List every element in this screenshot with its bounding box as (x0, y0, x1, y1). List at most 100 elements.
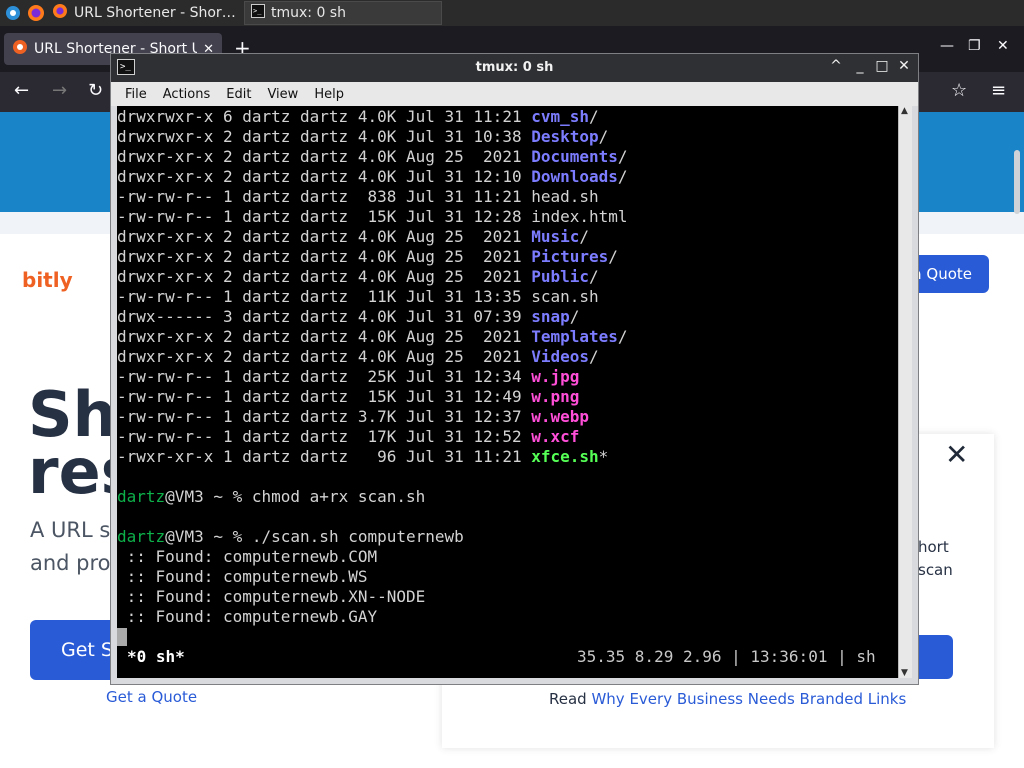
firefox-launcher-icon[interactable] (26, 3, 46, 23)
terminal-icon: >_ (251, 4, 265, 22)
file-meta: -rw-rw-r-- 1 dartz dartz 838 Jul 31 11:2… (117, 187, 532, 206)
file-meta: drwxrwxr-x 6 dartz dartz 4.0K Jul 31 11:… (117, 107, 532, 126)
close-icon[interactable]: ✕ (895, 58, 913, 74)
file-name: Music (531, 227, 580, 246)
reload-icon[interactable]: ↻ (88, 80, 103, 101)
listing-row: -rw-rw-r-- 1 dartz dartz 3.7K Jul 31 12:… (117, 407, 589, 427)
bookmark-star-icon[interactable]: ☆ (951, 80, 967, 101)
terminal-scrollbar[interactable]: ▲ ▼ (898, 106, 912, 678)
file-name: index.html (531, 207, 628, 226)
maximize-icon[interactable]: □ (873, 58, 891, 74)
file-name: snap (531, 307, 570, 326)
card-read-line: Read Why Every Business Needs Branded Li… (549, 690, 906, 708)
file-name: cvm_sh (531, 107, 590, 126)
file-type-suffix: / (589, 267, 599, 286)
menu-view[interactable]: View (259, 87, 306, 102)
menu-help[interactable]: Help (306, 87, 352, 102)
file-type-suffix: / (589, 107, 599, 126)
file-name: Templates (531, 327, 618, 346)
prompt-host: @VM3 ~ % (165, 527, 252, 546)
listing-row: drwxr-xr-x 2 dartz dartz 4.0K Aug 25 202… (117, 347, 599, 367)
page-scrollbar[interactable] (1014, 150, 1020, 214)
file-meta: -rw-rw-r-- 1 dartz dartz 17K Jul 31 12:5… (117, 427, 532, 446)
prompt-line: dartz@VM3 ~ % chmod a+rx scan.sh (117, 487, 425, 507)
listing-row: drwxrwxr-x 2 dartz dartz 4.0K Jul 31 10:… (117, 127, 608, 147)
menu-hamburger-icon[interactable]: ≡ (991, 80, 1006, 101)
file-type-suffix: / (569, 307, 580, 326)
file-meta: -rwxr-xr-x 1 dartz dartz 96 Jul 31 11:21 (117, 447, 532, 466)
branded-links-article-link[interactable]: Why Every Business Needs Branded Links (591, 690, 906, 708)
card-text: scan (918, 561, 953, 579)
taskbar-item-browser[interactable]: URL Shortener - Short U... (46, 1, 242, 25)
menu-edit[interactable]: Edit (218, 87, 259, 102)
file-name: Pictures (531, 247, 609, 266)
minimize-window-icon[interactable]: — (940, 38, 954, 54)
file-meta: -rw-rw-r-- 1 dartz dartz 15K Jul 31 12:4… (117, 387, 532, 406)
forward-arrow-icon[interactable]: → (52, 80, 67, 101)
restore-window-icon[interactable]: ❐ (968, 38, 981, 54)
svg-text:>_: >_ (253, 7, 262, 15)
command: ./scan.sh computernewb (251, 527, 464, 546)
file-meta: -rw-rw-r-- 1 dartz dartz 3.7K Jul 31 12:… (117, 407, 532, 426)
bitly-logo[interactable]: bitly (22, 268, 73, 292)
taskbar-item-terminal[interactable]: >_ tmux: 0 sh (244, 1, 442, 25)
listing-row: -rw-rw-r-- 1 dartz dartz 15K Jul 31 12:2… (117, 207, 628, 227)
taskbar: URL Shortener - Short U... >_ tmux: 0 sh (0, 0, 1024, 26)
listing-row: drwxr-xr-x 2 dartz dartz 4.0K Aug 25 202… (117, 327, 628, 347)
listing-row: -rw-rw-r-- 1 dartz dartz 15K Jul 31 12:4… (117, 387, 579, 407)
file-name: Downloads (531, 167, 618, 186)
scan-result-line: :: Found: computernewb.COM (117, 547, 378, 566)
back-arrow-icon[interactable]: ← (14, 80, 29, 101)
file-name: Documents (531, 147, 618, 166)
listing-row: -rw-rw-r-- 1 dartz dartz 11K Jul 31 13:3… (117, 287, 599, 307)
prompt-user: dartz (117, 527, 166, 546)
file-type-suffix: / (617, 147, 628, 166)
file-type-suffix: / (608, 247, 618, 266)
taskbar-item-label: URL Shortener - Short U... (74, 5, 236, 21)
file-meta: drwxrwxr-x 2 dartz dartz 4.0K Jul 31 10:… (117, 127, 532, 146)
terminal-menubar: File Actions Edit View Help (111, 82, 918, 106)
close-icon[interactable]: ✕ (945, 440, 968, 470)
scroll-up-icon[interactable]: ▲ (901, 106, 908, 116)
file-name: w.jpg (531, 367, 580, 386)
listing-row: -rwxr-xr-x 1 dartz dartz 96 Jul 31 11:21… (117, 447, 608, 467)
file-name: scan.sh (531, 287, 599, 306)
subtitle-line: and pro (30, 551, 111, 575)
file-meta: drwxr-xr-x 2 dartz dartz 4.0K Jul 31 12:… (117, 167, 532, 186)
subtitle-line: A URL s (30, 518, 111, 542)
shade-icon[interactable]: ^ (827, 58, 845, 74)
get-quote-link[interactable]: Get a Quote (106, 688, 197, 706)
file-type-suffix: / (617, 327, 628, 346)
listing-row: -rw-rw-r-- 1 dartz dartz 17K Jul 31 12:5… (117, 427, 579, 447)
file-meta: drwxr-xr-x 2 dartz dartz 4.0K Aug 25 202… (117, 347, 532, 366)
file-meta: drwxr-xr-x 2 dartz dartz 4.0K Aug 25 202… (117, 327, 532, 346)
menu-file[interactable]: File (117, 87, 155, 102)
hero-subtitle: A URL s and pro (30, 514, 111, 580)
listing-row: drwxr-xr-x 2 dartz dartz 4.0K Jul 31 12:… (117, 167, 628, 187)
prompt-host: @VM3 ~ % (165, 487, 252, 506)
command: chmod a+rx scan.sh (251, 487, 426, 506)
close-window-icon[interactable]: ✕ (997, 38, 1009, 54)
terminal-window: >_ tmux: 0 sh ^ _ □ ✕ File Actions Edit … (110, 53, 919, 685)
file-type-suffix: / (579, 227, 590, 246)
bitly-favicon-icon (12, 39, 28, 59)
terminal-output[interactable]: dartz@VM3 ~ % chmod a+rx scan.sh dartz@V… (117, 106, 898, 678)
app-menu-icon[interactable] (3, 3, 23, 23)
listing-row: drwxrwxr-x 6 dartz dartz 4.0K Jul 31 11:… (117, 107, 599, 127)
file-meta: drwxr-xr-x 2 dartz dartz 4.0K Aug 25 202… (117, 267, 532, 286)
listing-row: drwxr-xr-x 2 dartz dartz 4.0K Aug 25 202… (117, 147, 628, 167)
tmux-status-right: 35.35 8.29 2.96 | 13:36:01 | sh (577, 647, 876, 666)
listing-row: -rw-rw-r-- 1 dartz dartz 838 Jul 31 11:2… (117, 187, 599, 207)
tmux-window-indicator: *0 sh* (127, 647, 185, 666)
file-name: w.xcf (531, 427, 580, 446)
file-type-suffix: / (589, 347, 599, 366)
scroll-down-icon[interactable]: ▼ (901, 668, 908, 678)
minimize-icon[interactable]: _ (851, 58, 869, 74)
listing-row: -rw-rw-r-- 1 dartz dartz 25K Jul 31 12:3… (117, 367, 579, 387)
file-name: w.webp (531, 407, 590, 426)
terminal-titlebar[interactable]: >_ tmux: 0 sh ^ _ □ ✕ (111, 54, 918, 82)
text-cursor (117, 628, 127, 646)
menu-actions[interactable]: Actions (155, 87, 219, 102)
file-meta: drwxr-xr-x 2 dartz dartz 4.0K Aug 25 202… (117, 147, 532, 166)
file-type-suffix: * (598, 447, 609, 466)
